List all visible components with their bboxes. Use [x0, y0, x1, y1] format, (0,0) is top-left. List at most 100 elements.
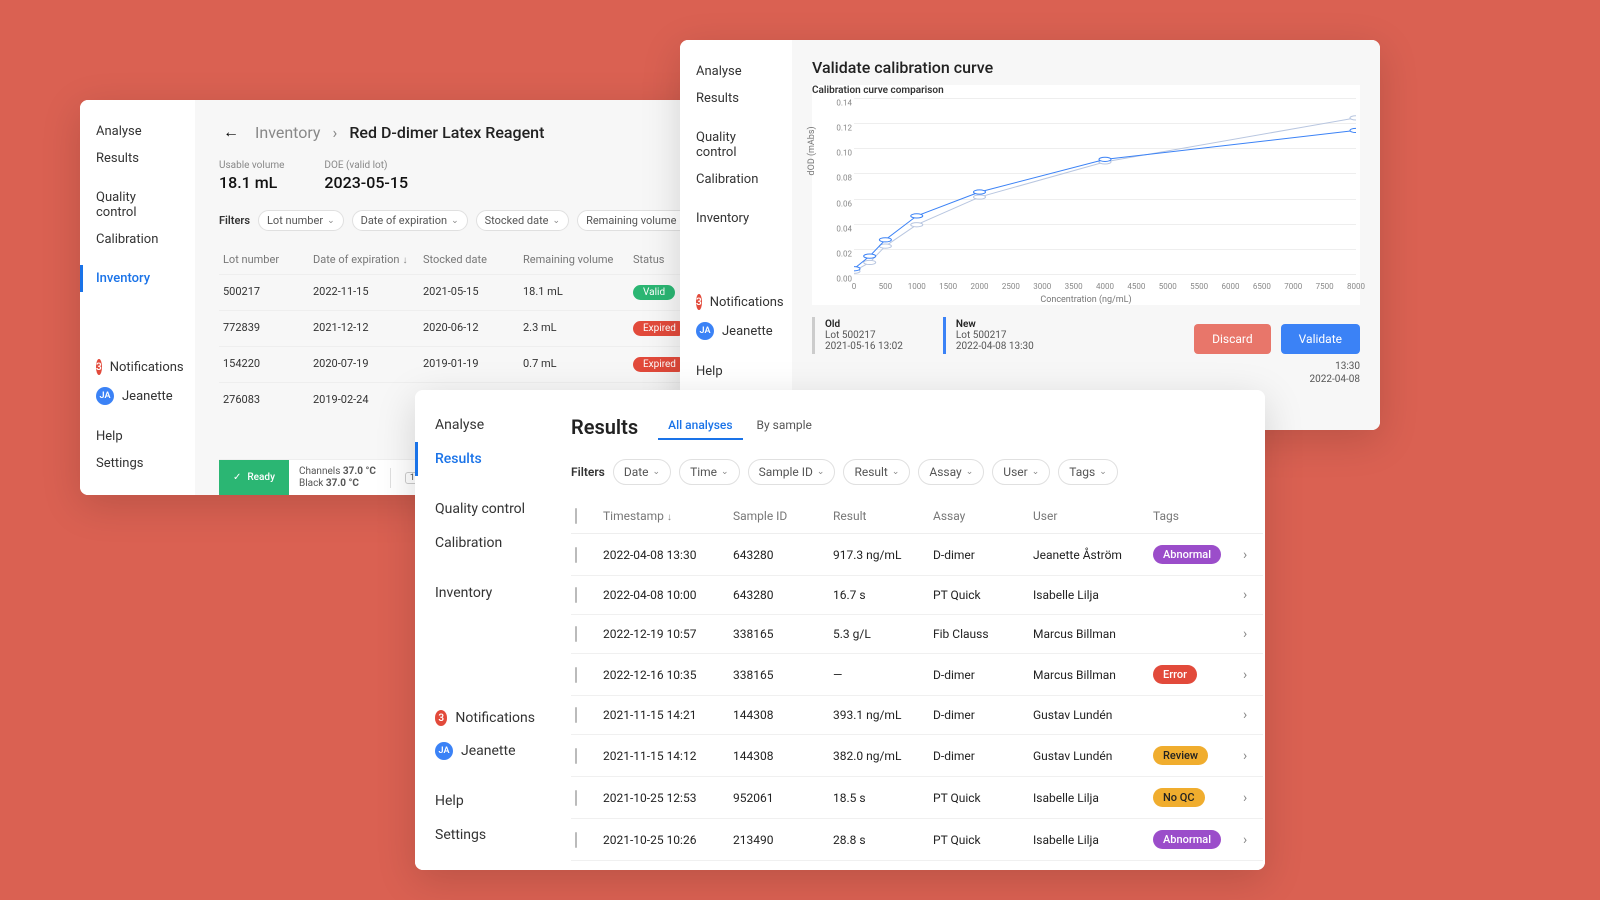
filter-result[interactable]: Result⌄: [843, 459, 910, 485]
nav-help[interactable]: Help: [415, 784, 555, 818]
nav-analyse[interactable]: Analyse: [415, 408, 555, 442]
tab-by-sample[interactable]: By sample: [747, 412, 822, 440]
col-timestamp[interactable]: Timestamp↓: [603, 509, 733, 523]
nav-results[interactable]: Results: [680, 85, 792, 112]
chevron-right-icon[interactable]: ›: [1243, 587, 1263, 603]
col-result[interactable]: Result: [833, 509, 933, 523]
filter-doe[interactable]: Date of expiration⌄: [352, 210, 468, 231]
table-row[interactable]: 2021-10-25 12:5395206118.5 sPT QuickIsab…: [571, 777, 1263, 819]
check-icon: ✓: [233, 472, 241, 483]
nav-analyse[interactable]: Analyse: [680, 58, 792, 85]
nav-notifications[interactable]: 3 Notifications: [80, 353, 195, 381]
filter-date[interactable]: Date⌄: [613, 459, 671, 485]
table-row[interactable]: 2022-12-19 10:573381655.3 g/LFib ClaussM…: [571, 615, 1263, 654]
col-tags[interactable]: Tags: [1153, 509, 1243, 523]
row-checkbox[interactable]: [575, 832, 577, 848]
nav-analyse[interactable]: Analyse: [80, 118, 195, 145]
filter-time[interactable]: Time⌄: [679, 459, 740, 485]
nav-settings[interactable]: Settings: [80, 450, 195, 477]
nav-inventory[interactable]: Inventory: [680, 205, 792, 232]
validate-button[interactable]: Validate: [1281, 324, 1360, 354]
table-row[interactable]: 2022-12-16 10:35338165—D-dimerMarcus Bil…: [571, 654, 1263, 696]
avatar: JA: [435, 742, 453, 760]
table-row[interactable]: 2022-04-08 10:0064328016.7 sPT QuickIsab…: [571, 576, 1263, 615]
table-row[interactable]: 2021-11-15 14:21144308393.1 ng/mLD-dimer…: [571, 696, 1263, 735]
chevron-right-icon[interactable]: ›: [1243, 547, 1263, 563]
chevron-down-icon: ⌄: [451, 216, 459, 226]
results-filters: Filters Date⌄ Time⌄ Sample ID⌄ Result⌄ A…: [571, 459, 1263, 485]
row-checkbox[interactable]: [575, 707, 577, 723]
col-sample[interactable]: Sample ID: [733, 509, 833, 523]
col-user[interactable]: User: [1033, 509, 1153, 523]
nav-help[interactable]: Help: [80, 423, 195, 450]
ready-indicator: ✓ Ready: [219, 460, 289, 495]
nav-inventory[interactable]: Inventory: [80, 265, 195, 292]
results-content: Results All analyses By sample Filters D…: [555, 390, 1265, 870]
row-checkbox[interactable]: [575, 790, 577, 806]
chevron-right-icon[interactable]: ›: [1243, 832, 1263, 848]
filter-stocked[interactable]: Stocked date⌄: [476, 210, 569, 231]
table-row[interactable]: 2021-10-25 10:184962834.9 g/LFib ClaussG…: [571, 861, 1263, 870]
filter-assay[interactable]: Assay⌄: [918, 459, 984, 485]
nav-notifications[interactable]: 3 Notifications: [415, 702, 555, 734]
nav-help[interactable]: Help: [680, 358, 792, 385]
notif-badge: 3: [96, 359, 102, 375]
timestamp-footer: 13:30 2022-04-08: [1310, 360, 1361, 386]
nav-calibration[interactable]: Calibration: [80, 226, 195, 253]
filter-tags[interactable]: Tags⌄: [1058, 459, 1118, 485]
nav-calibration[interactable]: Calibration: [415, 526, 555, 560]
crumb-root[interactable]: Inventory: [255, 123, 321, 142]
results-tabs: All analyses By sample: [658, 412, 822, 441]
results-table: Timestamp↓ Sample ID Result Assay User T…: [571, 499, 1263, 870]
chevron-right-icon[interactable]: ›: [1243, 707, 1263, 723]
nav-user[interactable]: JA Jeanette: [680, 316, 792, 346]
chevron-right-icon[interactable]: ›: [1243, 626, 1263, 642]
status-badge: Expired: [633, 357, 686, 372]
chevron-down-icon: ⌄: [553, 216, 561, 226]
nav-settings[interactable]: Settings: [415, 818, 555, 852]
nav-results[interactable]: Results: [80, 145, 195, 172]
col-doe[interactable]: Date of expiration↓: [313, 253, 423, 266]
row-checkbox[interactable]: [575, 748, 577, 764]
chevron-right-icon[interactable]: ›: [1243, 790, 1263, 806]
crumb-sep: ›: [333, 123, 338, 142]
nav-notifications[interactable]: 3 Notifications: [680, 288, 792, 316]
nav-inventory[interactable]: Inventory: [415, 576, 555, 610]
filter-lot[interactable]: Lot number⌄: [258, 210, 344, 231]
chevron-right-icon[interactable]: ›: [1243, 667, 1263, 683]
old-lot-block: Old Lot 500217 2021-05-16 13:02: [812, 317, 913, 354]
nav-user[interactable]: JA Jeanette: [415, 734, 555, 768]
table-row[interactable]: 2021-11-15 14:12144308382.0 ng/mLD-dimer…: [571, 735, 1263, 777]
row-checkbox[interactable]: [575, 667, 577, 683]
nav-qc[interactable]: Quality control: [80, 184, 195, 226]
nav-calibration[interactable]: Calibration: [680, 166, 792, 193]
sort-down-icon: ↓: [667, 512, 672, 523]
col-remaining[interactable]: Remaining volume: [523, 253, 633, 266]
nav-results[interactable]: Results: [415, 442, 555, 476]
nav-qc[interactable]: Quality control: [415, 492, 555, 526]
sidebar: Analyse Results Quality control Calibrat…: [80, 100, 195, 495]
chevron-down-icon: ⌄: [653, 467, 661, 477]
calibration-chart: Calibration curve comparison dOD (mAbs) …: [812, 85, 1360, 305]
col-assay[interactable]: Assay: [933, 509, 1033, 523]
table-row[interactable]: 2021-10-25 10:2621349028.8 sPT QuickIsab…: [571, 819, 1263, 861]
tab-all-analyses[interactable]: All analyses: [658, 412, 742, 440]
calibration-window: Analyse Results Quality control Calibrat…: [680, 40, 1380, 430]
chevron-right-icon[interactable]: ›: [1243, 748, 1263, 764]
row-checkbox[interactable]: [575, 587, 577, 603]
select-all-checkbox[interactable]: [575, 508, 577, 524]
discard-button[interactable]: Discard: [1194, 324, 1271, 354]
col-lot[interactable]: Lot number: [223, 253, 313, 266]
nav-qc[interactable]: Quality control: [680, 124, 792, 166]
notif-badge: 3: [435, 710, 447, 726]
nav-user[interactable]: JA Jeanette: [80, 381, 195, 411]
filter-user[interactable]: User⌄: [992, 459, 1050, 485]
row-checkbox[interactable]: [575, 626, 577, 642]
row-checkbox[interactable]: [575, 547, 577, 563]
filter-remaining[interactable]: Remaining volume⌄: [577, 210, 697, 231]
table-row[interactable]: 2022-04-08 13:30643280917.3 ng/mLD-dimer…: [571, 534, 1263, 576]
col-stocked[interactable]: Stocked date: [423, 253, 523, 266]
filter-sample[interactable]: Sample ID⌄: [748, 459, 836, 485]
back-button[interactable]: ←: [219, 120, 243, 144]
chevron-down-icon: ⌄: [892, 467, 900, 477]
